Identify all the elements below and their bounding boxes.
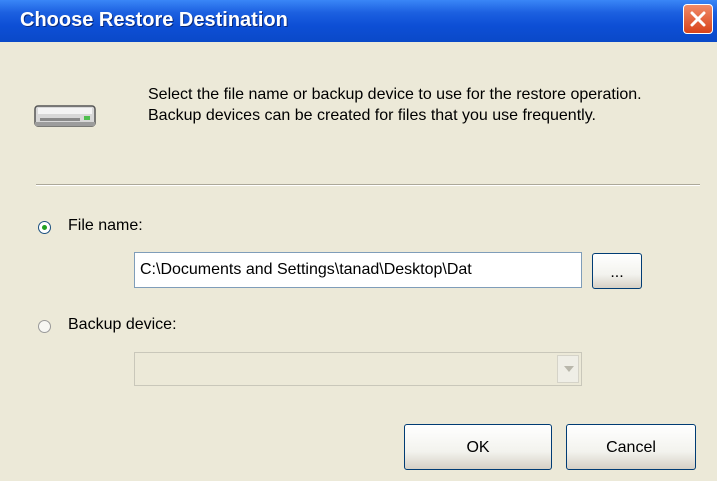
- browse-button[interactable]: ...: [592, 253, 642, 289]
- close-icon: [690, 11, 706, 27]
- chevron-down-icon: [564, 366, 574, 372]
- file-name-label[interactable]: File name:: [68, 217, 143, 235]
- backup-device-label[interactable]: Backup device:: [68, 316, 177, 334]
- tape-drive-icon: [34, 105, 96, 127]
- cancel-button[interactable]: Cancel: [566, 424, 696, 470]
- dropdown-button[interactable]: [557, 355, 579, 383]
- file-path-input[interactable]: C:\Documents and Settings\tanad\Desktop\…: [134, 252, 582, 288]
- restore-destination-dialog: Choose Restore Destination Select the fi…: [0, 0, 717, 481]
- ok-button[interactable]: OK: [404, 424, 552, 470]
- title-bar[interactable]: Choose Restore Destination: [0, 0, 717, 42]
- separator-highlight: [36, 185, 700, 186]
- window-title: Choose Restore Destination: [20, 9, 288, 31]
- file-name-radio[interactable]: [38, 221, 51, 234]
- close-button[interactable]: [683, 4, 713, 34]
- instruction-text: Select the file name or backup device to…: [148, 86, 642, 124]
- radio-selected-dot: [42, 225, 47, 230]
- backup-device-radio[interactable]: [38, 320, 51, 333]
- backup-device-select[interactable]: [134, 352, 582, 386]
